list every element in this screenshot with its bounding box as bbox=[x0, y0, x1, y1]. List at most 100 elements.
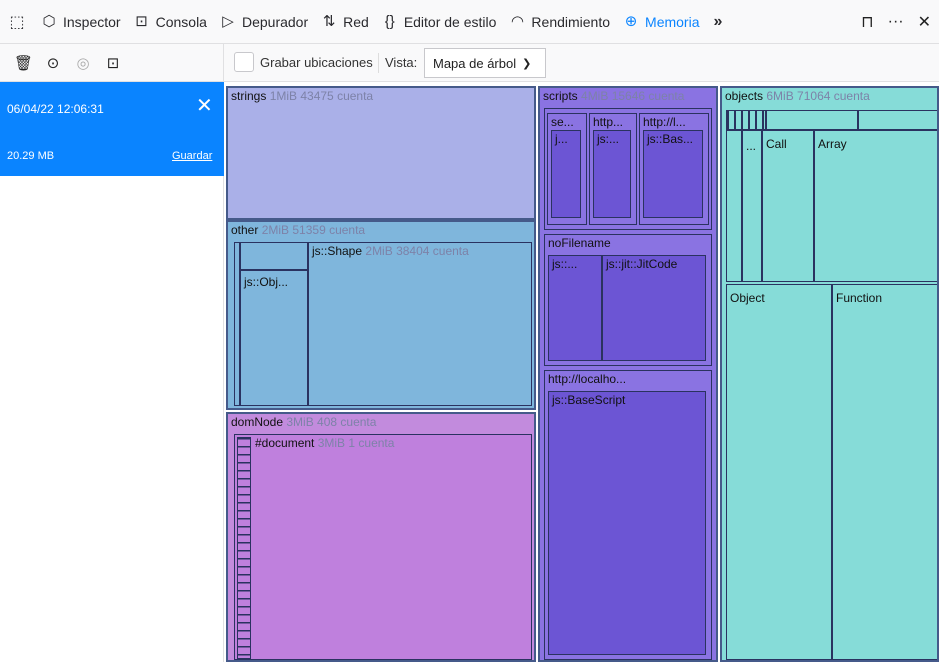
view-select[interactable]: Mapa de árbol ❯ bbox=[424, 48, 546, 78]
treemap-node-call[interactable]: Call bbox=[762, 130, 814, 282]
snapshot-icon[interactable]: ⊙ bbox=[44, 54, 62, 72]
node-meta: 4MiB 15646 cuenta bbox=[581, 89, 685, 103]
snapshot-size: 20.29 MB bbox=[7, 150, 55, 162]
treemap-node-jitcode[interactable]: js::jit::JitCode bbox=[602, 255, 706, 361]
tab-inspector[interactable]: ⬡ Inspector bbox=[34, 0, 127, 44]
node-name: scripts bbox=[543, 89, 578, 103]
more-tabs-icon[interactable]: » bbox=[708, 0, 729, 44]
node-name: js::Obj... bbox=[244, 275, 289, 289]
tab-memory[interactable]: ⊕ Memoria bbox=[616, 0, 705, 44]
element-picker-icon[interactable]: ⬚ bbox=[0, 0, 34, 44]
save-snapshot-link[interactable]: Guardar bbox=[172, 150, 212, 162]
treemap-node-small[interactable] bbox=[858, 110, 937, 130]
tab-label: Consola bbox=[155, 13, 207, 30]
node-name: Function bbox=[836, 291, 883, 305]
treemap-node-http[interactable]: http... js:... bbox=[589, 113, 637, 225]
node-name: other bbox=[231, 223, 259, 237]
node-name: js::Shape bbox=[312, 244, 363, 258]
node-meta: 3MiB 1 cuenta bbox=[317, 436, 395, 450]
treemap-node-stack bbox=[237, 437, 251, 659]
view-select-value: Mapa de árbol bbox=[433, 55, 517, 71]
snapshot-item[interactable]: 06/04/22 12:06:31 ✕ 20.29 MB Guardar bbox=[0, 82, 224, 176]
overflow-menu-icon[interactable]: ··· bbox=[888, 13, 904, 31]
inspector-icon: ⬡ bbox=[42, 12, 56, 30]
style-editor-icon: {} bbox=[384, 12, 395, 30]
treemap-node-object[interactable]: Object bbox=[726, 284, 832, 660]
treemap-node-se[interactable]: se... j... bbox=[547, 113, 587, 225]
node-name: js:... bbox=[597, 132, 620, 146]
tab-label: Rendimiento bbox=[531, 13, 611, 30]
node-name: noFilename bbox=[548, 236, 611, 250]
node-meta: 3MiB 408 cuenta bbox=[286, 415, 377, 429]
node-name: js::jit::JitCode bbox=[606, 257, 678, 271]
treemap-node-objects-strip bbox=[726, 110, 766, 130]
node-name: ... bbox=[746, 139, 757, 153]
node-name: #document bbox=[255, 436, 315, 450]
node-name: se... bbox=[551, 115, 574, 129]
tab-label: Depurador bbox=[241, 13, 309, 30]
treemap-node-dots[interactable]: ... bbox=[742, 130, 762, 282]
treemap-node-objects[interactable]: objects 6MiB 71064 cuenta ... Call Array… bbox=[720, 86, 939, 662]
close-icon[interactable]: ✕ bbox=[196, 96, 213, 116]
import-icon[interactable]: ⊡ bbox=[104, 54, 122, 72]
diff-icon[interactable]: ◎ bbox=[74, 54, 92, 72]
snapshot-date: 06/04/22 12:06:31 bbox=[7, 102, 104, 116]
close-icon[interactable]: ✕ bbox=[918, 12, 931, 32]
treemap-node-basescript[interactable]: js::BaseScript bbox=[548, 391, 706, 655]
record-locations-option[interactable]: Grabar ubicaciones bbox=[234, 52, 373, 72]
treemap-node-small[interactable] bbox=[240, 242, 308, 270]
treemap-node-domnode[interactable]: domNode 3MiB 408 cuenta #document 3MiB 1… bbox=[226, 412, 536, 662]
treemap-node-js-bas[interactable]: js::Bas... bbox=[643, 130, 703, 218]
tab-performance[interactable]: ◠ Rendimiento bbox=[502, 0, 616, 44]
node-meta: 2MiB 51359 cuenta bbox=[261, 223, 366, 237]
node-name: objects bbox=[725, 89, 764, 103]
node-meta: 1MiB 43475 cuenta bbox=[269, 89, 374, 103]
tab-label: Editor de estilo bbox=[403, 13, 497, 30]
tab-console[interactable]: ⊡ Consola bbox=[127, 0, 213, 44]
network-icon: ⇅ bbox=[322, 12, 336, 30]
treemap-node-small[interactable] bbox=[726, 130, 742, 282]
treemap-node-other[interactable]: other 2MiB 51359 cuenta js::Obj... js::S… bbox=[226, 220, 536, 410]
tab-label: Memoria bbox=[645, 13, 700, 30]
performance-icon: ◠ bbox=[510, 12, 524, 30]
treemap-node-js-small[interactable]: js:... bbox=[593, 130, 631, 218]
treemap-node-http-l[interactable]: http://l... js::Bas... bbox=[639, 113, 709, 225]
debugger-icon: ▷ bbox=[222, 12, 234, 30]
view-label: Vista: bbox=[378, 53, 417, 73]
treemap: strings 1MiB 43475 cuenta other 2MiB 513… bbox=[224, 82, 939, 662]
treemap-node-js-colon[interactable]: js::... bbox=[548, 255, 602, 361]
treemap-node-js-obj[interactable]: js::Obj... bbox=[240, 270, 308, 406]
record-locations-label: Grabar ubicaciones bbox=[260, 54, 373, 70]
treemap-node-function[interactable]: Function bbox=[832, 284, 937, 660]
node-meta: 2MiB 38404 cuenta bbox=[365, 244, 469, 258]
chevron-down-icon: ❯ bbox=[522, 57, 532, 70]
treemap-node-scripts-group[interactable]: se... j... http... js:... http://l... js… bbox=[544, 108, 712, 230]
treemap-node-document[interactable]: #document 3MiB 1 cuenta bbox=[234, 434, 532, 660]
node-name: http://localho... bbox=[548, 372, 627, 386]
treemap-node-scripts[interactable]: scripts 4MiB 15646 cuenta se... j... htt… bbox=[538, 86, 718, 662]
tab-debugger[interactable]: ▷ Depurador bbox=[213, 0, 314, 44]
memory-icon: ⊕ bbox=[624, 12, 638, 30]
treemap-node-js-shape[interactable]: js::Shape 2MiB 38404 cuenta bbox=[308, 242, 532, 406]
node-name: js::BaseScript bbox=[552, 393, 626, 407]
treemap-node-j[interactable]: j... bbox=[551, 130, 581, 218]
tab-label: Inspector bbox=[63, 13, 121, 30]
treemap-node-small[interactable] bbox=[766, 110, 858, 130]
node-name: j... bbox=[555, 132, 568, 146]
treemap-node-array[interactable]: Array bbox=[814, 130, 937, 282]
node-name: Object bbox=[730, 291, 765, 305]
record-locations-checkbox[interactable] bbox=[234, 52, 254, 72]
tab-label: Red bbox=[343, 13, 369, 30]
node-name: Array bbox=[818, 137, 847, 151]
devtools-tab-bar: ⬚ ⬡ Inspector ⊡ Consola ▷ Depurador ⇅ Re… bbox=[0, 0, 939, 44]
treemap-node-localho[interactable]: http://localho... js::BaseScript bbox=[544, 370, 712, 660]
treemap-node-nofilename[interactable]: noFilename js::... js::jit::JitCode bbox=[544, 234, 712, 366]
node-name: http://l... bbox=[643, 115, 686, 129]
tab-network[interactable]: ⇅ Red bbox=[314, 0, 375, 44]
node-name: js::... bbox=[552, 257, 578, 271]
node-name: Call bbox=[766, 137, 787, 151]
trash-icon[interactable]: 🗑 bbox=[14, 54, 33, 72]
tab-style-editor[interactable]: {} Editor de estilo bbox=[375, 0, 503, 44]
treemap-node-strings[interactable]: strings 1MiB 43475 cuenta bbox=[226, 86, 536, 220]
dock-icon[interactable]: ⊓ bbox=[861, 12, 873, 32]
